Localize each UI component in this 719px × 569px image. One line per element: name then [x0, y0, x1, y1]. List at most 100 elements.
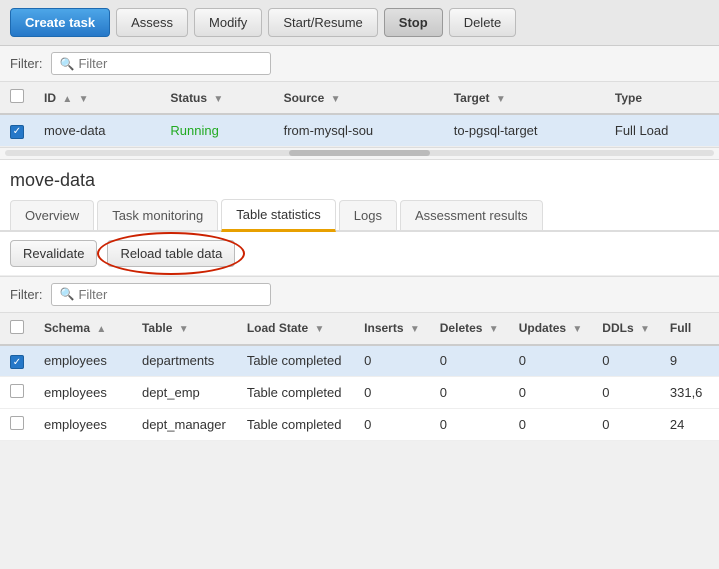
row-inserts: 0 [354, 377, 430, 409]
status-filter-icon[interactable]: ▼ [213, 94, 223, 105]
row-updates: 0 [509, 409, 593, 441]
top-filter-input-wrap: 🔍 [51, 52, 271, 75]
reload-button-wrap: Reload table data [107, 240, 235, 267]
top-filter-label: Filter: [10, 56, 43, 71]
stats-col-deletes: Deletes ▼ [430, 313, 509, 345]
table-sort-icon[interactable]: ▼ [179, 324, 189, 335]
stats-col-checkbox [0, 313, 34, 345]
row-checkbox-cell [0, 409, 34, 441]
table-row[interactable]: employees departments Table completed 0 … [0, 345, 719, 377]
row-checkbox-cell [0, 114, 34, 146]
assess-button[interactable]: Assess [116, 8, 188, 37]
ddls-sort-icon[interactable]: ▼ [640, 324, 650, 335]
row-checkbox-selected[interactable] [10, 125, 24, 139]
tabs: Overview Task monitoring Table statistic… [0, 197, 719, 232]
row-schema: employees [34, 377, 132, 409]
bottom-filter-label: Filter: [10, 287, 43, 302]
bottom-filter-input[interactable] [78, 287, 261, 302]
row-checkbox-cell [0, 345, 34, 377]
row-loadstate: Table completed [237, 377, 354, 409]
tasks-col-status: Status ▼ [160, 82, 273, 114]
table-row[interactable]: move-data Running from-mysql-sou to-pgsq… [0, 114, 719, 146]
tasks-col-id: ID ▲ ▼ [34, 82, 160, 114]
scrollbar-area [0, 148, 719, 160]
top-filter-bar: Filter: 🔍 [0, 46, 719, 82]
source-filter-icon[interactable]: ▼ [331, 94, 341, 105]
start-resume-button[interactable]: Start/Resume [268, 8, 377, 37]
id-filter-icon[interactable]: ▼ [79, 94, 89, 105]
revalidate-button[interactable]: Revalidate [10, 240, 97, 267]
stop-button[interactable]: Stop [384, 8, 443, 37]
scrollbar-thumb[interactable] [289, 150, 431, 156]
row-inserts: 0 [354, 409, 430, 441]
tab-task-monitoring[interactable]: Task monitoring [97, 200, 218, 230]
id-sort-icon: ▲ [62, 94, 72, 105]
top-filter-input[interactable] [78, 56, 261, 71]
row-deletes: 0 [430, 345, 509, 377]
stats-col-updates: Updates ▼ [509, 313, 593, 345]
tasks-col-source: Source ▼ [274, 82, 444, 114]
stats-table-section: Schema ▲ Table ▼ Load State ▼ Inserts ▼ … [0, 313, 719, 442]
row-deletes: 0 [430, 377, 509, 409]
toolbar: Create task Assess Modify Start/Resume S… [0, 0, 719, 46]
row-loadstate: Table completed [237, 409, 354, 441]
stats-col-schema: Schema ▲ [34, 313, 132, 345]
row-schema: employees [34, 345, 132, 377]
task-type-cell: Full Load [605, 114, 719, 146]
row-table: dept_manager [132, 409, 237, 441]
tab-overview[interactable]: Overview [10, 200, 94, 230]
tasks-col-checkbox [0, 82, 34, 114]
row-inserts: 0 [354, 345, 430, 377]
updates-sort-icon[interactable]: ▼ [572, 324, 582, 335]
row-checkbox-empty[interactable] [10, 416, 24, 430]
row-table: dept_emp [132, 377, 237, 409]
search-icon-bottom: 🔍 [60, 287, 75, 301]
schema-sort-icon[interactable]: ▲ [96, 324, 106, 335]
stats-col-full: Full [660, 313, 719, 345]
row-full: 24 [660, 409, 719, 441]
tab-logs[interactable]: Logs [339, 200, 397, 230]
deletes-sort-icon[interactable]: ▼ [489, 324, 499, 335]
row-deletes: 0 [430, 409, 509, 441]
stats-col-ddls: DDLs ▼ [592, 313, 660, 345]
header-checkbox[interactable] [10, 89, 24, 103]
row-loadstate: Table completed [237, 345, 354, 377]
row-schema: employees [34, 409, 132, 441]
tasks-col-target: Target ▼ [444, 82, 605, 114]
tasks-table: ID ▲ ▼ Status ▼ Source ▼ Target ▼ Type m… [0, 82, 719, 147]
row-ddls: 0 [592, 345, 660, 377]
row-ddls: 0 [592, 377, 660, 409]
create-task-button[interactable]: Create task [10, 8, 110, 37]
action-bar: Revalidate Reload table data [0, 232, 719, 276]
target-filter-icon[interactable]: ▼ [496, 94, 506, 105]
section-title: move-data [0, 160, 719, 197]
task-id-cell: move-data [34, 114, 160, 146]
table-row[interactable]: employees dept_manager Table completed 0… [0, 409, 719, 441]
stats-header-checkbox[interactable] [10, 320, 24, 334]
table-row[interactable]: employees dept_emp Table completed 0 0 0… [0, 377, 719, 409]
tasks-table-section: ID ▲ ▼ Status ▼ Source ▼ Target ▼ Type m… [0, 82, 719, 148]
bottom-filter-input-wrap: 🔍 [51, 283, 271, 306]
modify-button[interactable]: Modify [194, 8, 262, 37]
bottom-filter-bar: Filter: 🔍 [0, 276, 719, 313]
row-checkbox-selected[interactable] [10, 355, 24, 369]
row-checkbox-empty[interactable] [10, 384, 24, 398]
tab-assessment-results[interactable]: Assessment results [400, 200, 543, 230]
task-target-cell: to-pgsql-target [444, 114, 605, 146]
stats-col-table: Table ▼ [132, 313, 237, 345]
search-icon: 🔍 [60, 57, 75, 71]
inserts-sort-icon[interactable]: ▼ [410, 324, 420, 335]
stats-col-inserts: Inserts ▼ [354, 313, 430, 345]
tab-table-statistics[interactable]: Table statistics [221, 199, 336, 232]
row-full: 9 [660, 345, 719, 377]
row-ddls: 0 [592, 409, 660, 441]
stats-col-loadstate: Load State ▼ [237, 313, 354, 345]
status-running-text: Running [170, 123, 218, 138]
stats-table: Schema ▲ Table ▼ Load State ▼ Inserts ▼ … [0, 313, 719, 442]
reload-table-data-button[interactable]: Reload table data [107, 240, 235, 267]
loadstate-sort-icon[interactable]: ▼ [315, 324, 325, 335]
scrollbar-track[interactable] [5, 150, 714, 156]
delete-button[interactable]: Delete [449, 8, 517, 37]
task-source-cell: from-mysql-sou [274, 114, 444, 146]
row-checkbox-cell [0, 377, 34, 409]
